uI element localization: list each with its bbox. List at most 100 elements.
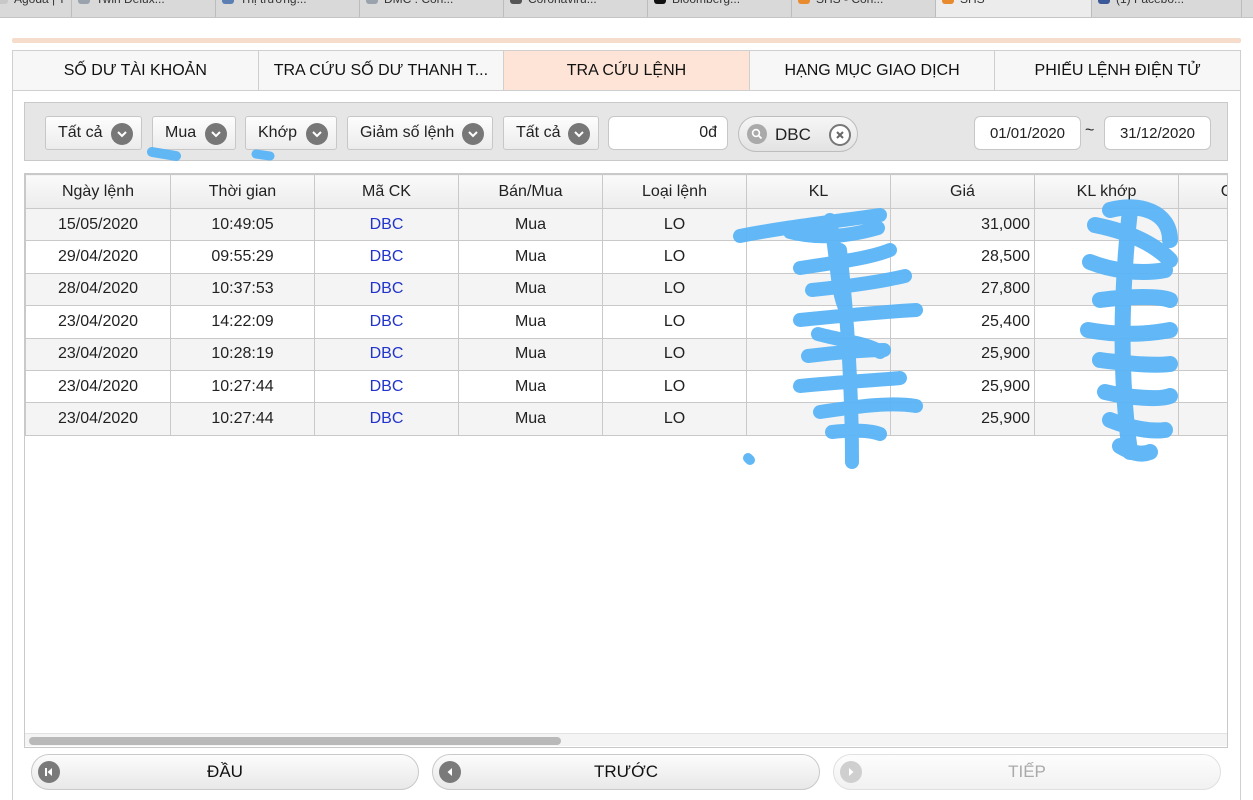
symbol-search-field[interactable]: DBC bbox=[738, 116, 858, 152]
cell-matched-price bbox=[1178, 272, 1227, 307]
browser-tab-label: SHS bbox=[960, 0, 985, 6]
cell-side: Mua bbox=[458, 369, 603, 404]
chevron-down-icon bbox=[462, 123, 484, 145]
cell-order-date: 23/04/2020 bbox=[25, 402, 171, 436]
browser-tab[interactable]: Bloomberg... bbox=[648, 0, 792, 17]
cell-matched-price bbox=[1178, 305, 1227, 339]
cell-order-type: LO bbox=[602, 272, 747, 307]
tab-electronic-order-slip[interactable]: PHIẾU LỆNH ĐIỆN TỬ bbox=[995, 51, 1240, 90]
next-page-icon bbox=[840, 761, 862, 783]
cell-matched-price bbox=[1178, 369, 1227, 404]
side-select-value: Mua bbox=[165, 124, 197, 141]
cell-matched-price bbox=[1178, 402, 1227, 436]
date-to-input[interactable]: 31/12/2020 bbox=[1104, 116, 1211, 150]
match-status-select[interactable]: Khớp bbox=[245, 116, 337, 150]
tab-favicon-icon bbox=[78, 0, 90, 4]
cell-time: 10:37:53 bbox=[170, 272, 315, 307]
previous-page-icon bbox=[439, 761, 461, 783]
col-order-type[interactable]: Loại lệnh bbox=[602, 174, 747, 209]
cell-price: 27,800 bbox=[890, 272, 1035, 307]
cell-symbol[interactable]: DBC bbox=[314, 369, 459, 404]
cell-order-type: LO bbox=[602, 337, 747, 371]
first-page-icon bbox=[38, 761, 60, 783]
main-tab-bar: SỐ DƯ TÀI KHOẢN TRA CỨU SỐ DƯ THANH T...… bbox=[12, 50, 1241, 91]
symbol-value: DBC bbox=[775, 125, 811, 144]
cell-side: Mua bbox=[458, 402, 603, 436]
col-order-date[interactable]: Ngày lệnh bbox=[25, 174, 171, 209]
browser-tab-label: Bloomberg... bbox=[672, 0, 740, 6]
table-row[interactable]: 23/04/2020 10:27:44 DBC Mua LO 25,900 bbox=[25, 402, 1227, 436]
first-page-button[interactable]: ĐẦU bbox=[31, 754, 419, 790]
cell-matched-quantity bbox=[1034, 305, 1179, 339]
table-row[interactable]: 15/05/2020 10:49:05 DBC Mua LO 31,000 bbox=[25, 207, 1227, 242]
previous-page-button[interactable]: TRƯỚC bbox=[432, 754, 820, 790]
next-page-label: TIẾP bbox=[1008, 762, 1046, 781]
cell-matched-quantity bbox=[1034, 240, 1179, 274]
table-row[interactable]: 23/04/2020 10:28:19 DBC Mua LO 25,900 bbox=[25, 337, 1227, 371]
sort-select[interactable]: Giảm số lệnh bbox=[347, 116, 493, 150]
cell-price: 25,900 bbox=[890, 402, 1035, 436]
browser-tab[interactable]: DMC : Côn... bbox=[360, 0, 504, 17]
tab-favicon-icon bbox=[222, 0, 234, 4]
cell-price: 25,900 bbox=[890, 337, 1035, 371]
order-type-select[interactable]: Tất cả bbox=[503, 116, 599, 150]
col-matched-price[interactable]: G bbox=[1178, 174, 1227, 209]
cell-price: 28,500 bbox=[890, 240, 1035, 274]
cell-symbol[interactable]: DBC bbox=[314, 305, 459, 339]
cell-matched-quantity bbox=[1034, 402, 1179, 436]
cell-price: 31,000 bbox=[890, 207, 1035, 242]
next-page-button[interactable]: TIẾP bbox=[833, 754, 1221, 790]
table-row[interactable]: 29/04/2020 09:55:29 DBC Mua LO 28,500 bbox=[25, 240, 1227, 274]
tab-account-balance[interactable]: SỐ DƯ TÀI KHOẢN bbox=[13, 51, 259, 90]
tab-favicon-icon bbox=[366, 0, 378, 4]
cell-order-date: 15/05/2020 bbox=[25, 207, 171, 242]
col-price[interactable]: Giá bbox=[890, 174, 1035, 209]
cell-side: Mua bbox=[458, 337, 603, 371]
cell-order-date: 28/04/2020 bbox=[25, 272, 171, 307]
cell-matched-price bbox=[1178, 337, 1227, 371]
cell-order-date: 23/04/2020 bbox=[25, 337, 171, 371]
side-select[interactable]: Mua bbox=[152, 116, 236, 150]
table-row[interactable]: 23/04/2020 14:22:09 DBC Mua LO 25,400 bbox=[25, 305, 1227, 339]
cell-symbol[interactable]: DBC bbox=[314, 272, 459, 307]
scrollbar-thumb[interactable] bbox=[29, 737, 561, 745]
col-quantity[interactable]: KL bbox=[746, 174, 891, 209]
tab-favicon-icon bbox=[654, 0, 666, 4]
cell-symbol[interactable]: DBC bbox=[314, 402, 459, 436]
account-select[interactable]: Tất cả bbox=[45, 116, 142, 150]
horizontal-scrollbar[interactable] bbox=[25, 733, 1227, 746]
cell-symbol[interactable]: DBC bbox=[314, 240, 459, 274]
cell-quantity bbox=[746, 337, 891, 371]
cell-order-type: LO bbox=[602, 402, 747, 436]
amount-input[interactable]: 0đ bbox=[608, 116, 728, 150]
browser-tab-label: (1) Facebo... bbox=[1116, 0, 1184, 6]
browser-tab[interactable]: Thị trường... bbox=[216, 0, 360, 17]
browser-tab[interactable]: Agoda | T bbox=[0, 0, 72, 17]
cell-side: Mua bbox=[458, 272, 603, 307]
browser-tab[interactable]: Coronaviru... bbox=[504, 0, 648, 17]
browser-tab[interactable]: (1) Facebo... bbox=[1092, 0, 1242, 17]
cell-order-type: LO bbox=[602, 207, 747, 242]
col-side[interactable]: Bán/Mua bbox=[458, 174, 603, 209]
browser-tab[interactable]: Twin Delux... bbox=[72, 0, 216, 17]
col-symbol[interactable]: Mã CK bbox=[314, 174, 459, 209]
cell-quantity bbox=[746, 240, 891, 274]
browser-tab-label: Agoda | T bbox=[14, 0, 66, 6]
col-time[interactable]: Thời gian bbox=[170, 174, 315, 209]
cell-symbol[interactable]: DBC bbox=[314, 337, 459, 371]
tab-order-lookup[interactable]: TRA CỨU LỆNH bbox=[504, 51, 750, 90]
tab-settlement-balance[interactable]: TRA CỨU SỐ DƯ THANH T... bbox=[259, 51, 505, 90]
col-matched-quantity[interactable]: KL khớp bbox=[1034, 174, 1179, 209]
date-from-input[interactable]: 01/01/2020 bbox=[974, 116, 1081, 150]
browser-tab-label: SHS - Côn... bbox=[816, 0, 883, 6]
browser-tab-strip: Agoda | T Twin Delux... Thị trường... DMC :… bbox=[0, 0, 1253, 18]
table-row[interactable]: 23/04/2020 10:27:44 DBC Mua LO 25,900 bbox=[25, 369, 1227, 404]
cell-symbol[interactable]: DBC bbox=[314, 207, 459, 242]
tab-trading-items[interactable]: HẠNG MỤC GIAO DỊCH bbox=[750, 51, 996, 90]
filter-bar: Tất cả Mua Khớp Giảm số lệnh Tất cả 0đ D… bbox=[24, 102, 1228, 161]
cell-time: 10:28:19 bbox=[170, 337, 315, 371]
table-row[interactable]: 28/04/2020 10:37:53 DBC Mua LO 27,800 bbox=[25, 272, 1227, 307]
clear-icon[interactable] bbox=[829, 124, 851, 146]
browser-tab[interactable]: SHS bbox=[936, 0, 1092, 17]
browser-tab[interactable]: SHS - Côn... bbox=[792, 0, 936, 17]
